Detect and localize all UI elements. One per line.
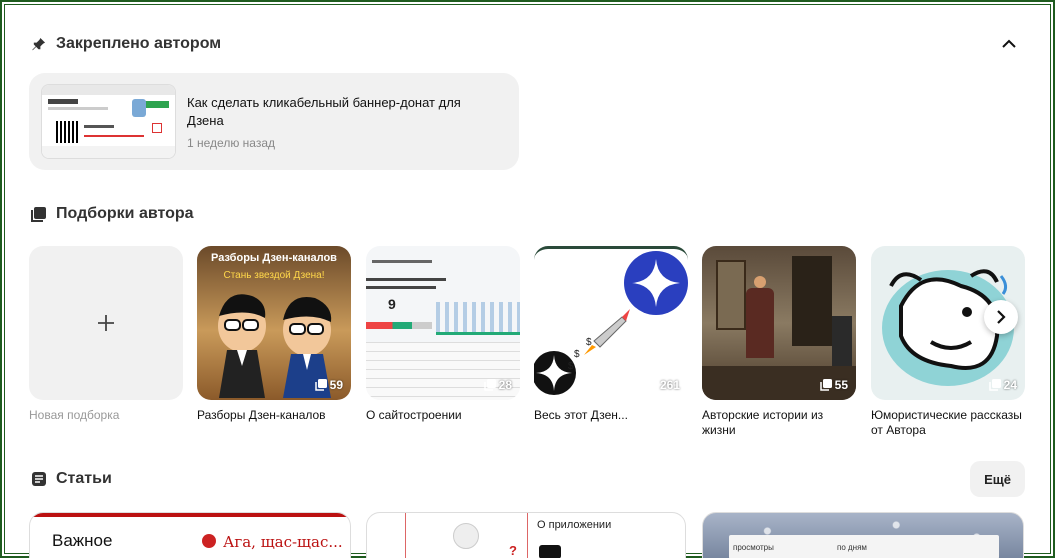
collection-label[interactable]: Юмористические рассказы от Автора — [871, 408, 1025, 438]
collection-thumbnail: 55 — [702, 246, 856, 400]
pinned-article-time: 1 неделю назад — [187, 135, 276, 150]
articles-header: Статьи — [30, 470, 112, 488]
collection-count: 24 — [988, 378, 1017, 392]
collection-thumbnail: $ $ $ 261 — [534, 246, 688, 400]
collection-count: 59 — [314, 378, 343, 392]
new-collection-label: Новая подборка — [29, 408, 120, 422]
stack-icon — [819, 379, 832, 391]
svg-text:$: $ — [586, 337, 592, 348]
chevron-right-icon — [997, 310, 1006, 324]
article-card-text: Важное — [52, 531, 113, 550]
collection-thumbnail: 9 28 — [366, 246, 520, 400]
articles-title: Статьи — [56, 470, 112, 487]
collection-banner-subtitle: Стань звездой Дзена! — [223, 270, 325, 281]
collection-count: 28 — [483, 378, 512, 392]
collection-card[interactable]: $ $ $ 261 Весь этот Дзен... — [534, 246, 688, 423]
plus-icon — [98, 315, 114, 331]
article-card[interactable]: Важное Ага, щас-щас... — [29, 512, 351, 558]
chevron-up-icon — [1002, 39, 1016, 48]
stack-icon — [988, 379, 1001, 391]
article-card[interactable]: ? О приложении — [366, 512, 686, 558]
collection-card[interactable]: 55 Авторские истории из жизни — [702, 246, 856, 438]
article-card-text: просмотры — [733, 543, 774, 552]
pinned-title: Закреплено автором — [56, 35, 222, 52]
collapse-button[interactable] — [999, 34, 1019, 54]
collection-label[interactable]: Разборы Дзен-каналов — [197, 408, 351, 423]
collection-card[interactable]: 24 Юмористические рассказы от Автора — [871, 246, 1025, 438]
collection-label[interactable]: О сайтостроении — [366, 408, 520, 423]
article-icon — [30, 471, 47, 488]
new-collection-button[interactable] — [29, 246, 183, 400]
collections-row: Новая подборка Разборы Дзен-каналов Стан… — [29, 246, 1029, 446]
angry-emoji-icon — [202, 534, 216, 548]
article-card[interactable]: просмотры по дням — [702, 512, 1024, 558]
collections-header: Подборки автора — [30, 205, 194, 223]
collection-banner-title: Разборы Дзен-каналов — [211, 252, 337, 264]
pinned-article-card[interactable]: Как сделать кликабельный баннер-донат дл… — [29, 73, 519, 170]
collection-count: 261 — [645, 378, 680, 392]
more-button[interactable]: Ещё — [970, 461, 1025, 497]
collections-icon — [30, 206, 47, 223]
collection-count: 55 — [819, 378, 848, 392]
new-collection[interactable]: Новая подборка — [29, 246, 183, 423]
article-card-text: Ага, щас-щас... — [223, 533, 343, 551]
article-card-text: О приложении — [537, 519, 612, 531]
collections-title: Подборки автора — [56, 205, 194, 222]
pinned-article-title[interactable]: Как сделать кликабельный баннер-донат дл… — [187, 94, 487, 130]
pinned-header: Закреплено автором — [30, 35, 221, 53]
svg-text:$: $ — [574, 349, 580, 360]
svg-text:$: $ — [568, 361, 574, 372]
collection-label[interactable]: Весь этот Дзен... — [534, 408, 688, 423]
stack-icon — [483, 379, 496, 391]
article-card-text: по дням — [837, 543, 867, 552]
pin-icon — [30, 36, 47, 53]
pinned-article-thumbnail — [41, 84, 176, 159]
collection-thumbnail: Разборы Дзен-каналов Стань звездой Дзена… — [197, 246, 351, 400]
collection-label[interactable]: Авторские истории из жизни — [702, 408, 856, 438]
collection-card[interactable]: Разборы Дзен-каналов Стань звездой Дзена… — [197, 246, 351, 423]
collection-card[interactable]: 9 28 О сайтостроении — [366, 246, 520, 423]
stack-icon — [645, 379, 657, 391]
stack-icon — [314, 379, 327, 391]
collections-next-button[interactable] — [984, 300, 1018, 334]
